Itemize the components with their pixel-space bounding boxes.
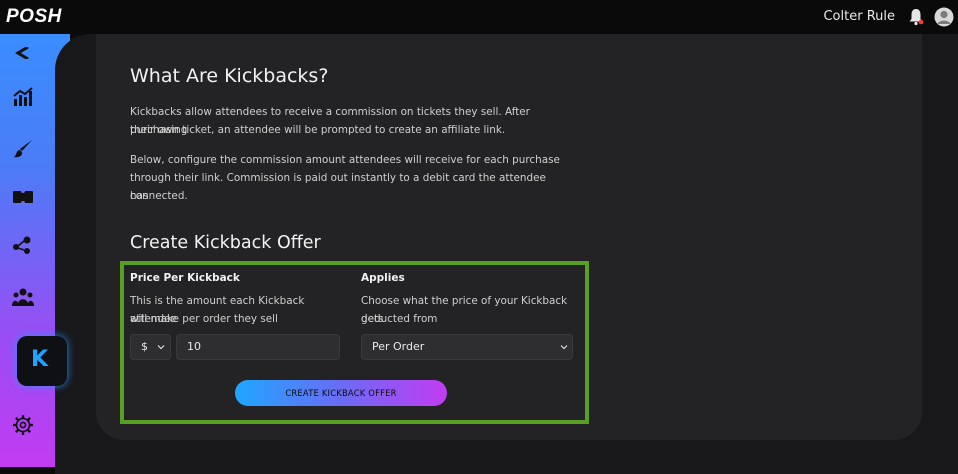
posh-logo[interactable]: POSH (6, 6, 62, 28)
brush-icon[interactable] (12, 138, 34, 160)
applies-heading: Applies (361, 272, 405, 284)
analytics-icon[interactable] (12, 86, 34, 108)
applies-value: Per Order (372, 340, 425, 353)
config-paragraph-line1: Below, configure the commission amount a… (130, 154, 560, 166)
top-bar: POSH Colter Rule (0, 0, 958, 34)
gear-icon[interactable] (12, 414, 34, 436)
create-kickback-offer-button[interactable]: CREATE KICKBACK OFFER (235, 380, 447, 406)
amount-value: 10 (187, 340, 201, 353)
page-title: What Are Kickbacks? (130, 65, 329, 87)
ticket-icon[interactable] (12, 186, 34, 208)
user-name[interactable]: Colter Rule (823, 9, 895, 24)
price-desc-line2: will make per order they sell (130, 313, 278, 325)
team-icon[interactable] (12, 286, 34, 308)
sidebar-item-kickback[interactable]: K (17, 336, 67, 386)
price-heading: Price Per Kickback (130, 272, 240, 284)
chevron-down-icon (157, 345, 165, 350)
currency-select[interactable]: $ (130, 334, 171, 360)
create-offer-title: Create Kickback Offer (130, 233, 321, 253)
amount-input[interactable]: 10 (176, 334, 340, 360)
kickback-icon: K (31, 347, 49, 372)
bell-icon[interactable] (908, 8, 924, 26)
affiliate-icon[interactable] (12, 234, 34, 256)
applies-select[interactable]: Per Order (361, 334, 573, 360)
applies-desc-line2: deducted from (361, 313, 438, 325)
currency-value: $ (141, 340, 148, 353)
config-paragraph-line3: connected. (130, 190, 188, 202)
chevron-left-icon[interactable] (13, 47, 33, 59)
intro-paragraph-line2: their own ticket, an attendee will be pr… (130, 124, 506, 136)
avatar-icon[interactable] (934, 7, 954, 27)
chevron-down-icon (560, 345, 568, 350)
